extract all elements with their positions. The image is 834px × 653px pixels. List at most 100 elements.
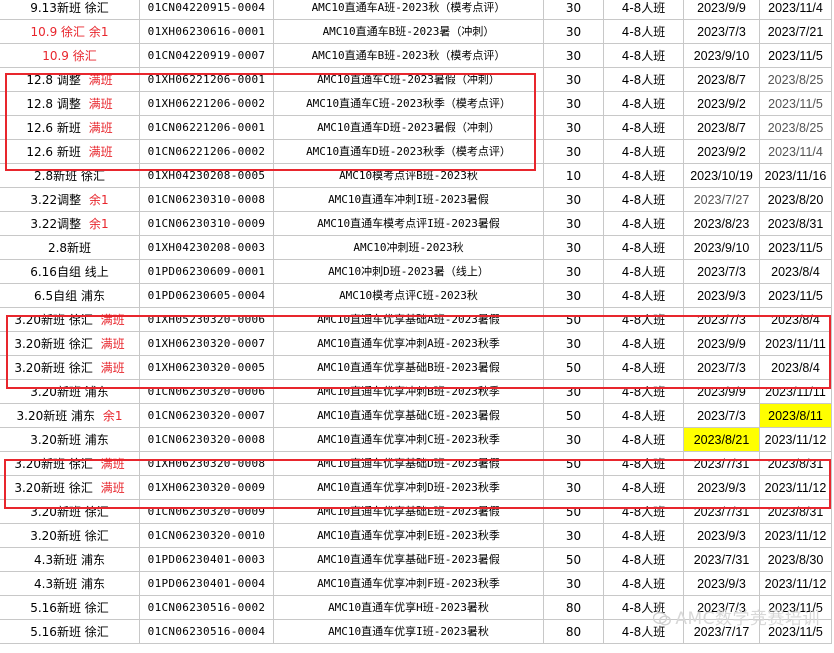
end-date-cell[interactable]: 2023/8/30 <box>760 548 832 572</box>
start-date-cell[interactable]: 2023/7/31 <box>684 452 760 476</box>
start-date-cell[interactable]: 2023/7/3 <box>684 356 760 380</box>
class-size-cell[interactable]: 4-8人班 <box>604 476 684 500</box>
class-size-cell[interactable]: 4-8人班 <box>604 188 684 212</box>
note-cell[interactable]: 4.3新班 浦东 <box>0 572 140 596</box>
class-size-cell[interactable]: 4-8人班 <box>604 68 684 92</box>
class-size-cell[interactable]: 4-8人班 <box>604 332 684 356</box>
class-code-cell[interactable]: 01CN06230320-0006 <box>140 380 274 404</box>
note-cell[interactable]: 6.5自组 浦东 <box>0 284 140 308</box>
course-name-cell[interactable]: AMC10直通车D班-2023暑假（冲刺） <box>274 116 544 140</box>
course-name-cell[interactable]: AMC10直通车B班-2023暑（冲刺） <box>274 20 544 44</box>
capacity-cell[interactable]: 30 <box>544 284 604 308</box>
class-code-cell[interactable]: 01CN06230320-0009 <box>140 500 274 524</box>
class-size-cell[interactable]: 4-8人班 <box>604 500 684 524</box>
capacity-cell[interactable]: 30 <box>544 140 604 164</box>
capacity-cell[interactable]: 30 <box>544 572 604 596</box>
note-cell[interactable]: 3.20新班 徐汇 满班 <box>0 356 140 380</box>
class-code-cell[interactable]: 01CN06221206-0001 <box>140 116 274 140</box>
start-date-cell[interactable]: 2023/9/3 <box>684 284 760 308</box>
end-date-cell[interactable]: 2023/8/31 <box>760 452 832 476</box>
note-cell[interactable]: 5.16新班 徐汇 <box>0 596 140 620</box>
course-name-cell[interactable]: AMC10直通车优享基础B班-2023暑假 <box>274 356 544 380</box>
start-date-cell[interactable]: 2023/9/2 <box>684 140 760 164</box>
capacity-cell[interactable]: 10 <box>544 164 604 188</box>
capacity-cell[interactable]: 30 <box>544 212 604 236</box>
course-name-cell[interactable]: AMC10直通车优享冲刺D班-2023秋季 <box>274 476 544 500</box>
class-size-cell[interactable]: 4-8人班 <box>604 452 684 476</box>
class-size-cell[interactable]: 4-8人班 <box>604 356 684 380</box>
start-date-cell[interactable]: 2023/7/3 <box>684 308 760 332</box>
class-code-cell[interactable]: 01CN06230516-0004 <box>140 620 274 644</box>
class-code-cell[interactable]: 01CN04220915-0004 <box>140 0 274 20</box>
capacity-cell[interactable]: 30 <box>544 20 604 44</box>
capacity-cell[interactable]: 30 <box>544 380 604 404</box>
end-date-cell[interactable]: 2023/8/4 <box>760 260 832 284</box>
class-size-cell[interactable]: 4-8人班 <box>604 164 684 188</box>
end-date-cell[interactable]: 2023/8/4 <box>760 308 832 332</box>
course-name-cell[interactable]: AMC10直通车C班-2023秋季（模考点评） <box>274 92 544 116</box>
class-code-cell[interactable]: 01CN06230320-0007 <box>140 404 274 428</box>
class-size-cell[interactable]: 4-8人班 <box>604 92 684 116</box>
course-name-cell[interactable]: AMC10直通车优享I班-2023暑秋 <box>274 620 544 644</box>
class-code-cell[interactable]: 01PD06230401-0003 <box>140 548 274 572</box>
start-date-cell[interactable]: 2023/9/3 <box>684 476 760 500</box>
capacity-cell[interactable]: 50 <box>544 404 604 428</box>
note-cell[interactable]: 3.20新班 徐汇 满班 <box>0 308 140 332</box>
start-date-cell[interactable]: 2023/8/21 <box>684 428 760 452</box>
end-date-cell[interactable]: 2023/11/12 <box>760 524 832 548</box>
note-cell[interactable]: 3.20新班 徐汇 <box>0 500 140 524</box>
start-date-cell[interactable]: 2023/9/10 <box>684 44 760 68</box>
class-size-cell[interactable]: 4-8人班 <box>604 308 684 332</box>
start-date-cell[interactable]: 2023/9/9 <box>684 332 760 356</box>
class-code-cell[interactable]: 01CN06230310-0008 <box>140 188 274 212</box>
course-name-cell[interactable]: AMC10直通车A班-2023秋（模考点评） <box>274 0 544 20</box>
course-name-cell[interactable]: AMC10直通车优享基础E班-2023暑假 <box>274 500 544 524</box>
capacity-cell[interactable]: 50 <box>544 356 604 380</box>
course-name-cell[interactable]: AMC10直通车优享基础C班-2023暑假 <box>274 404 544 428</box>
class-size-cell[interactable]: 4-8人班 <box>604 572 684 596</box>
end-date-cell[interactable]: 2023/8/31 <box>760 212 832 236</box>
class-code-cell[interactable]: 01CN06221206-0002 <box>140 140 274 164</box>
course-name-cell[interactable]: AMC10直通车优享冲刺F班-2023秋季 <box>274 572 544 596</box>
start-date-cell[interactable]: 2023/7/3 <box>684 404 760 428</box>
class-code-cell[interactable]: 01XH06221206-0001 <box>140 68 274 92</box>
course-name-cell[interactable]: AMC10直通车优享H班-2023暑秋 <box>274 596 544 620</box>
end-date-cell[interactable]: 2023/11/5 <box>760 44 832 68</box>
class-code-cell[interactable]: 01PD06230605-0004 <box>140 284 274 308</box>
note-cell[interactable]: 10.9 徐汇 余1 <box>0 20 140 44</box>
start-date-cell[interactable]: 2023/8/7 <box>684 68 760 92</box>
capacity-cell[interactable]: 50 <box>544 452 604 476</box>
note-cell[interactable]: 3.20新班 浦东 余1 <box>0 404 140 428</box>
class-size-cell[interactable]: 4-8人班 <box>604 548 684 572</box>
course-name-cell[interactable]: AMC10模考点评B班-2023秋 <box>274 164 544 188</box>
start-date-cell[interactable]: 2023/7/31 <box>684 548 760 572</box>
course-name-cell[interactable]: AMC10直通车C班-2023暑假（冲刺） <box>274 68 544 92</box>
course-name-cell[interactable]: AMC10直通车模考点评I班-2023暑假 <box>274 212 544 236</box>
class-size-cell[interactable]: 4-8人班 <box>604 284 684 308</box>
class-code-cell[interactable]: 01CN06230310-0009 <box>140 212 274 236</box>
end-date-cell[interactable]: 2023/8/11 <box>760 404 832 428</box>
start-date-cell[interactable]: 2023/9/3 <box>684 572 760 596</box>
class-code-cell[interactable]: 01XH06230320-0009 <box>140 476 274 500</box>
start-date-cell[interactable]: 2023/7/31 <box>684 500 760 524</box>
note-cell[interactable]: 3.20新班 徐汇 满班 <box>0 452 140 476</box>
note-cell[interactable]: 4.3新班 浦东 <box>0 548 140 572</box>
end-date-cell[interactable]: 2023/11/5 <box>760 284 832 308</box>
class-code-cell[interactable]: 01XH05230320-0006 <box>140 308 274 332</box>
start-date-cell[interactable]: 2023/9/9 <box>684 380 760 404</box>
note-cell[interactable]: 10.9 徐汇 <box>0 44 140 68</box>
capacity-cell[interactable]: 80 <box>544 620 604 644</box>
note-cell[interactable]: 3.20新班 徐汇 <box>0 524 140 548</box>
course-name-cell[interactable]: AMC10冲刺班-2023秋 <box>274 236 544 260</box>
note-cell[interactable]: 3.20新班 徐汇 满班 <box>0 476 140 500</box>
note-cell[interactable]: 2.8新班 徐汇 <box>0 164 140 188</box>
course-name-cell[interactable]: AMC10直通车优享基础D班-2023暑假 <box>274 452 544 476</box>
capacity-cell[interactable]: 30 <box>544 44 604 68</box>
capacity-cell[interactable]: 50 <box>544 308 604 332</box>
class-size-cell[interactable]: 4-8人班 <box>604 212 684 236</box>
class-size-cell[interactable]: 4-8人班 <box>604 428 684 452</box>
end-date-cell[interactable]: 2023/11/11 <box>760 380 832 404</box>
note-cell[interactable]: 3.22调整 余1 <box>0 188 140 212</box>
end-date-cell[interactable]: 2023/8/25 <box>760 68 832 92</box>
class-size-cell[interactable]: 4-8人班 <box>604 0 684 20</box>
